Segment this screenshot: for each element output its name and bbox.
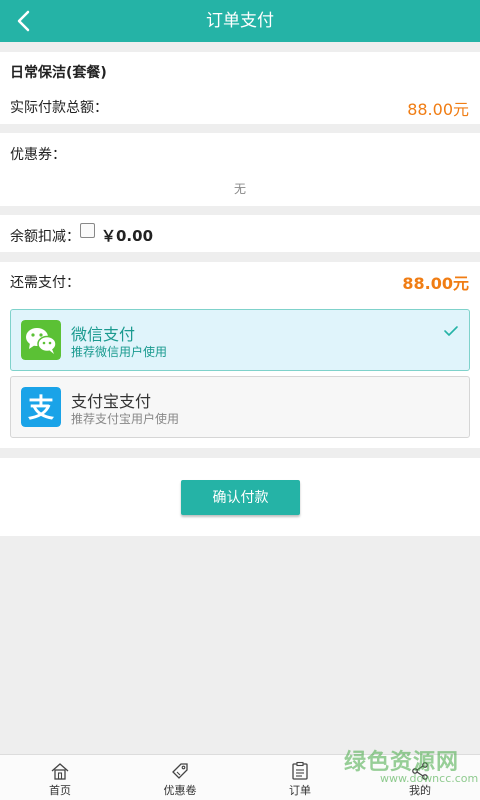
tab-home[interactable]: 首页 — [0, 755, 120, 800]
balance-checkbox[interactable] — [80, 223, 95, 238]
tab-orders[interactable]: 订单 — [240, 755, 360, 800]
wechat-pay-title: 微信支付 — [71, 325, 136, 344]
alipay-desc: 推荐支付宝用户使用 — [71, 412, 180, 426]
alipay-option[interactable]: 支 支付宝支付 推荐支付宝用户使用 — [10, 376, 470, 438]
alipay-icon: 支 — [21, 387, 61, 427]
total-value: 88.00元 — [407, 100, 469, 119]
top-bar: 订单支付 — [0, 0, 480, 42]
total-label: 实际付款总额： — [10, 100, 108, 116]
remaining-label: 还需支付： — [10, 275, 80, 291]
tab-coupon[interactable]: 优惠卷 — [120, 755, 240, 800]
tab-orders-label: 订单 — [289, 784, 311, 797]
page-title: 订单支付 — [206, 11, 274, 31]
balance-amount: ￥0.00 — [101, 227, 154, 245]
home-icon — [51, 763, 69, 780]
coupon-tag-icon — [172, 763, 188, 779]
watermark-url: www.downcc.com — [380, 772, 479, 785]
wechat-pay-option[interactable]: 微信支付 推荐微信用户使用 — [10, 309, 470, 371]
tab-home-label: 首页 — [49, 784, 71, 797]
wechat-icon — [21, 320, 61, 360]
remaining-value: 88.00元 — [402, 274, 469, 293]
confirm-payment-button[interactable]: 确认付款 — [181, 480, 300, 515]
wechat-pay-desc: 推荐微信用户使用 — [71, 345, 168, 359]
balance-label: 余额扣减： — [10, 229, 80, 245]
svg-text:支: 支 — [28, 394, 54, 424]
tab-coupon-label: 优惠卷 — [163, 784, 197, 797]
service-name: 日常保洁(套餐) — [10, 65, 107, 81]
site-watermark: 绿色资源网 www.downcc.com — [344, 744, 478, 794]
order-list-icon — [292, 761, 308, 780]
alipay-title: 支付宝支付 — [71, 392, 152, 411]
checkmark-icon — [444, 326, 458, 336]
coupon-label: 优惠券： — [10, 147, 66, 163]
coupon-value[interactable]: 无 — [0, 180, 480, 197]
